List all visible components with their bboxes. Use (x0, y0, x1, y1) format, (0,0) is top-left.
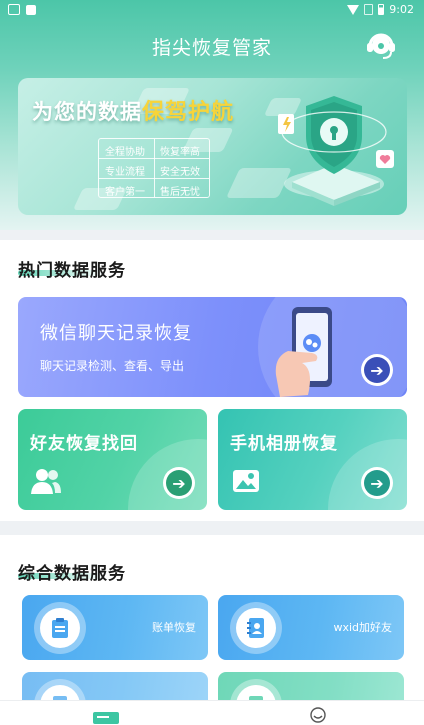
friend-card-go-button[interactable]: ➔ (163, 467, 195, 499)
banner-feature-tags: 全程协助 恢复率高 专业流程 安全无效 客户第一 售后无忧 (98, 138, 210, 198)
general-section-title: 综合数据服务 (18, 564, 126, 584)
wechat-chat-recovery-card[interactable]: 微信聊天记录恢复 聊天记录检测、查看、导出 ➔ (18, 297, 407, 397)
wxid-add-friend-card[interactable]: wxid加好友 (218, 595, 404, 660)
phone-hand-illustration (275, 307, 332, 397)
promo-banner[interactable]: 为您的数据保驾护航 全程协助 恢复率高 专业流程 安全无效 客户第一 售后无忧 (18, 78, 407, 215)
banner-tag: 恢复率高 (160, 147, 200, 158)
friends-icon (31, 469, 61, 494)
wxid-add-friend-label: wxid加好友 (333, 621, 392, 634)
status-time: 9:02 (389, 3, 414, 16)
arrow-right-icon: ➔ (364, 470, 390, 496)
arrow-right-icon: ➔ (364, 357, 390, 383)
wifi-icon (347, 4, 360, 15)
no-sim-icon (364, 4, 374, 15)
friend-card-title: 好友恢复找回 (30, 434, 138, 454)
page-title: 指尖恢复管家 (151, 37, 272, 59)
album-card-go-button[interactable]: ➔ (361, 467, 393, 499)
banner-tag: 安全无效 (160, 167, 200, 178)
status-notifications (8, 4, 36, 15)
wechat-card-subtitle: 聊天记录检测、查看、导出 (40, 359, 185, 373)
banner-headline-plain: 为您的数据 (32, 100, 142, 124)
status-bar: 9:02 (0, 0, 424, 22)
customer-service-button[interactable] (364, 28, 398, 62)
battery-icon (378, 4, 385, 15)
photo-album-icon (233, 470, 259, 492)
banner-tag: 售后无忧 (160, 187, 200, 198)
hot-section-title: 热门数据服务 (18, 261, 126, 281)
home-icon (93, 712, 119, 724)
banner-tag: 全程协助 (105, 147, 145, 158)
tab-profile[interactable] (308, 707, 328, 723)
section-divider (0, 521, 424, 535)
contact-book-icon (247, 618, 264, 638)
bill-recovery-card[interactable]: 账单恢复 (22, 595, 208, 660)
bottom-tab-bar (0, 700, 424, 725)
bill-icon (52, 618, 68, 638)
tab-home[interactable] (93, 709, 119, 724)
bill-recovery-label: 账单恢复 (152, 621, 196, 634)
album-card-title: 手机相册恢复 (230, 434, 338, 454)
mail-notification-icon (8, 4, 20, 15)
banner-headline: 为您的数据保驾护航 (32, 94, 234, 126)
arrow-right-icon: ➔ (166, 470, 192, 496)
banner-tag: 专业流程 (105, 167, 145, 178)
friend-recovery-card[interactable]: 好友恢复找回 ➔ (18, 409, 207, 510)
wechat-card-go-button[interactable]: ➔ (361, 354, 393, 386)
contact-book-icon-badge (230, 602, 282, 654)
app-notification-icon (26, 4, 36, 15)
status-indicators: 9:02 (347, 3, 414, 16)
headset-icon (367, 33, 395, 59)
album-recovery-card[interactable]: 手机相册恢复 ➔ (218, 409, 407, 510)
header-background: 9:02 指尖恢复管家 为您的数据保驾护航 全程协助 恢复率高 专业流程 安全无… (0, 0, 424, 230)
wechat-card-title: 微信聊天记录恢复 (40, 323, 192, 344)
bill-icon-badge (34, 602, 86, 654)
profile-icon (310, 707, 326, 723)
banner-headline-highlight: 保驾护航 (142, 100, 235, 125)
section-divider (0, 230, 424, 240)
banner-tag: 客户第一 (105, 187, 145, 198)
shield-illustration (278, 96, 394, 206)
